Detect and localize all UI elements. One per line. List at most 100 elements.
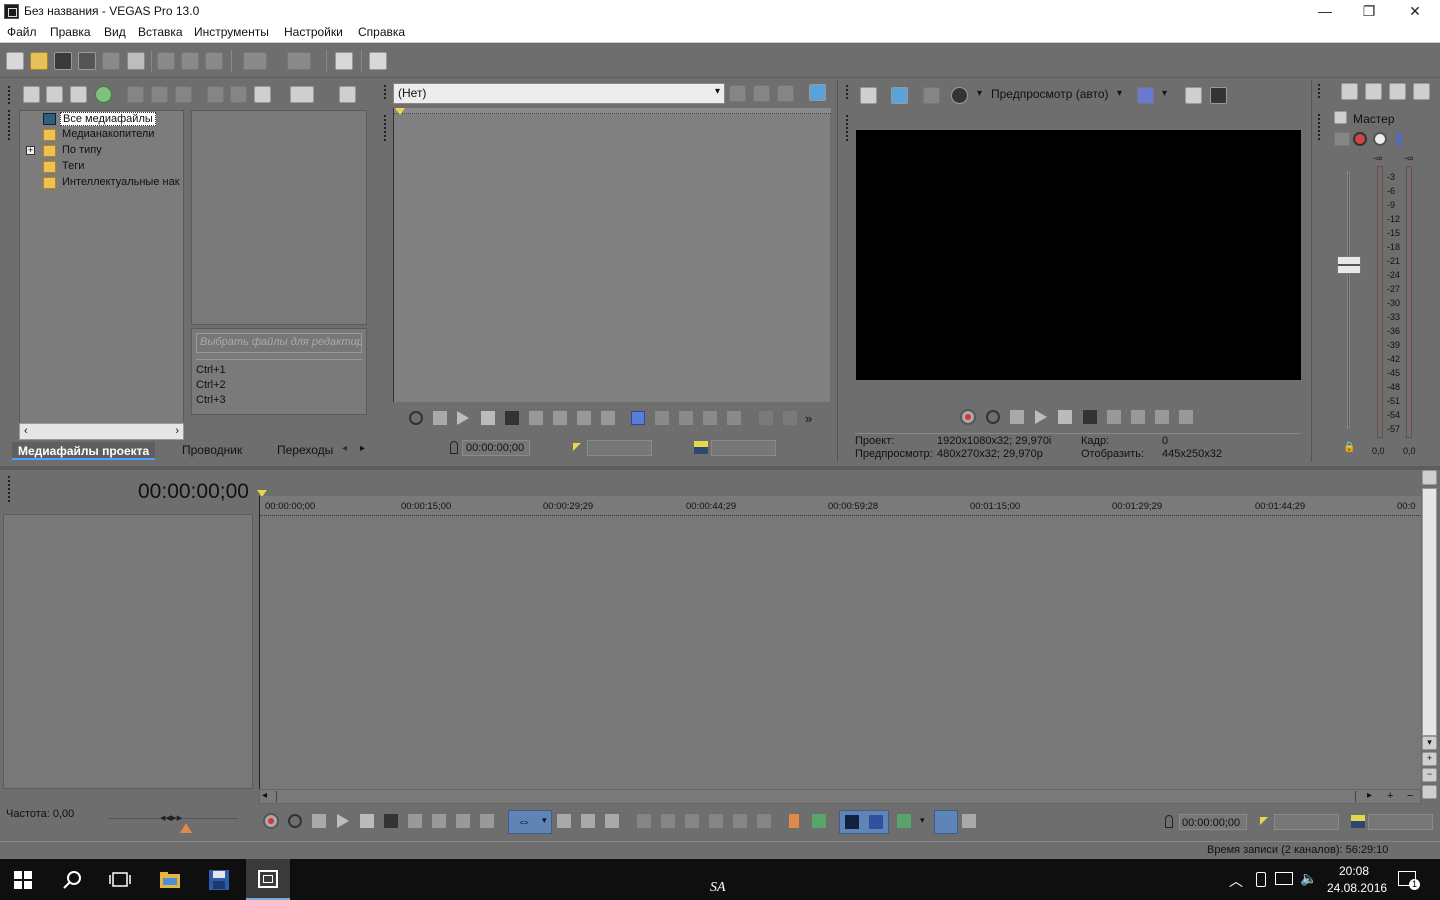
render-icon[interactable] [102,52,120,70]
overlays-icon[interactable] [1137,87,1154,104]
split-icon[interactable] [733,814,747,828]
search-icon[interactable] [339,86,356,103]
loop-icon[interactable] [288,814,302,828]
scroll-down-icon[interactable]: ▾ [1422,736,1437,750]
mixer-properties-icon[interactable] [1341,83,1358,100]
go-to-start-icon[interactable] [408,814,422,828]
insert-region-icon[interactable] [812,814,826,828]
channel-meters-icon[interactable] [1413,83,1430,100]
media-fx-icon[interactable] [151,86,168,103]
trimmer-clear-icon[interactable] [777,85,794,102]
properties-icon[interactable] [127,52,145,70]
pause-icon[interactable] [360,814,374,828]
prev-frame-icon[interactable] [1155,410,1169,424]
timeline-vertical-scrollbar[interactable]: ▾ + − [1421,470,1438,800]
record-icon[interactable] [263,813,279,829]
panel-grip[interactable] [8,86,11,104]
go-to-end-icon[interactable] [1131,410,1145,424]
scroll-left-icon[interactable]: ◂ [262,790,267,801]
snap-icon[interactable] [335,52,353,70]
media-search-input[interactable]: Выбрать файлы для редактиро. [196,333,362,353]
menu-tools[interactable]: Инструменты [194,25,269,39]
next-frame-icon[interactable] [480,814,494,828]
new-project-icon[interactable] [6,52,24,70]
trim-end-icon[interactable] [709,814,723,828]
preview-quality-dropdown[interactable]: Предпросмотр (авто) [991,87,1109,101]
network-icon[interactable] [1275,872,1293,885]
usb-icon[interactable] [1256,872,1266,887]
lock-icon[interactable]: 🔒 [1343,442,1355,453]
chevron-down-icon[interactable]: ▾ [1117,88,1122,99]
import-media-icon[interactable] [23,86,40,103]
next-frame-icon[interactable] [1179,410,1193,424]
zoom-tool-icon[interactable] [605,814,619,828]
chevron-down-icon[interactable]: ▾ [1162,88,1167,99]
trimmer-view[interactable] [393,108,831,402]
ripple-edit-icon[interactable] [897,814,911,828]
tree-horizontal-scrollbar[interactable]: ‹ › [19,423,184,440]
get-media-icon[interactable] [70,86,87,103]
trimmer-tool1-icon[interactable] [729,85,746,102]
task-view-icon[interactable] [109,869,131,891]
menu-file[interactable]: Файл [7,25,37,39]
timeline-horizontal-scrollbar[interactable]: ◂ ▸ + − [259,789,1421,804]
more-icon[interactable]: » [805,411,819,426]
cut-icon[interactable] [157,52,175,70]
action-center-icon[interactable]: 1 [1398,871,1420,890]
paste-icon[interactable] [205,52,223,70]
clock-time[interactable]: 20:08 [1339,864,1369,878]
rate-slider-arrows-icon[interactable]: ◂◂▸▸ [160,811,182,824]
lock-group-button[interactable] [934,810,958,834]
pause-icon[interactable] [1058,410,1072,424]
properties-icon[interactable] [175,86,192,103]
trimmer-monitor-icon[interactable] [809,84,826,101]
loop-icon[interactable] [986,410,1000,424]
copy-icon[interactable] [181,52,199,70]
play-from-start-icon[interactable] [433,411,447,425]
video-preview[interactable] [856,130,1301,380]
record-icon[interactable] [960,409,976,425]
go-to-start-icon[interactable] [1107,410,1121,424]
region-icon[interactable] [759,411,773,425]
solo-icon[interactable] [1397,132,1401,146]
search-icon[interactable] [62,869,84,891]
save-as-icon[interactable] [78,52,96,70]
pan-icon[interactable] [1334,132,1350,146]
downmix-icon[interactable] [1365,83,1382,100]
menu-insert[interactable]: Вставка [138,25,183,39]
save-icon[interactable] [54,52,72,70]
play-from-start-icon[interactable] [1010,410,1024,424]
redo-icon[interactable] [287,52,311,70]
master-fader-handle[interactable] [1337,256,1361,274]
preview-properties-icon[interactable] [860,87,877,104]
minimize-button[interactable]: — [1302,0,1348,22]
zoom-tool-icon[interactable] [1422,785,1437,799]
copy-snapshot-icon[interactable] [1185,87,1202,104]
prev-frame-icon[interactable] [577,411,591,425]
trim-icon[interactable] [661,814,675,828]
save-snapshot-icon[interactable] [1210,87,1227,104]
go-to-end-icon[interactable] [553,411,567,425]
play-icon[interactable] [337,814,349,828]
insert-icon[interactable] [655,411,669,425]
scroll-right-icon[interactable]: › [175,425,179,437]
next-frame-icon[interactable] [601,411,615,425]
trim-icon[interactable] [727,411,741,425]
track-list[interactable] [3,514,253,789]
scroll-left-icon[interactable]: ‹ [24,425,28,437]
selection-length-box[interactable] [1368,814,1433,830]
play-icon[interactable] [457,411,469,425]
zoom-out-icon[interactable]: − [1422,768,1437,782]
menu-options[interactable]: Настройки [284,25,343,39]
lock-envelopes-icon[interactable] [757,814,771,828]
trim-start-icon[interactable] [685,814,699,828]
trimmer-media-dropdown[interactable]: (Нет) ▾ [393,83,725,104]
stop-icon[interactable] [1083,410,1097,424]
tab-transitions[interactable]: Переходы [277,443,333,457]
mute-icon[interactable] [1373,132,1387,146]
menu-view[interactable]: Вид [104,25,126,39]
snapping-button[interactable] [839,810,889,834]
refresh-icon[interactable] [95,86,112,103]
track-area[interactable] [259,496,1421,789]
vegas-taskbar-button[interactable] [246,859,290,900]
